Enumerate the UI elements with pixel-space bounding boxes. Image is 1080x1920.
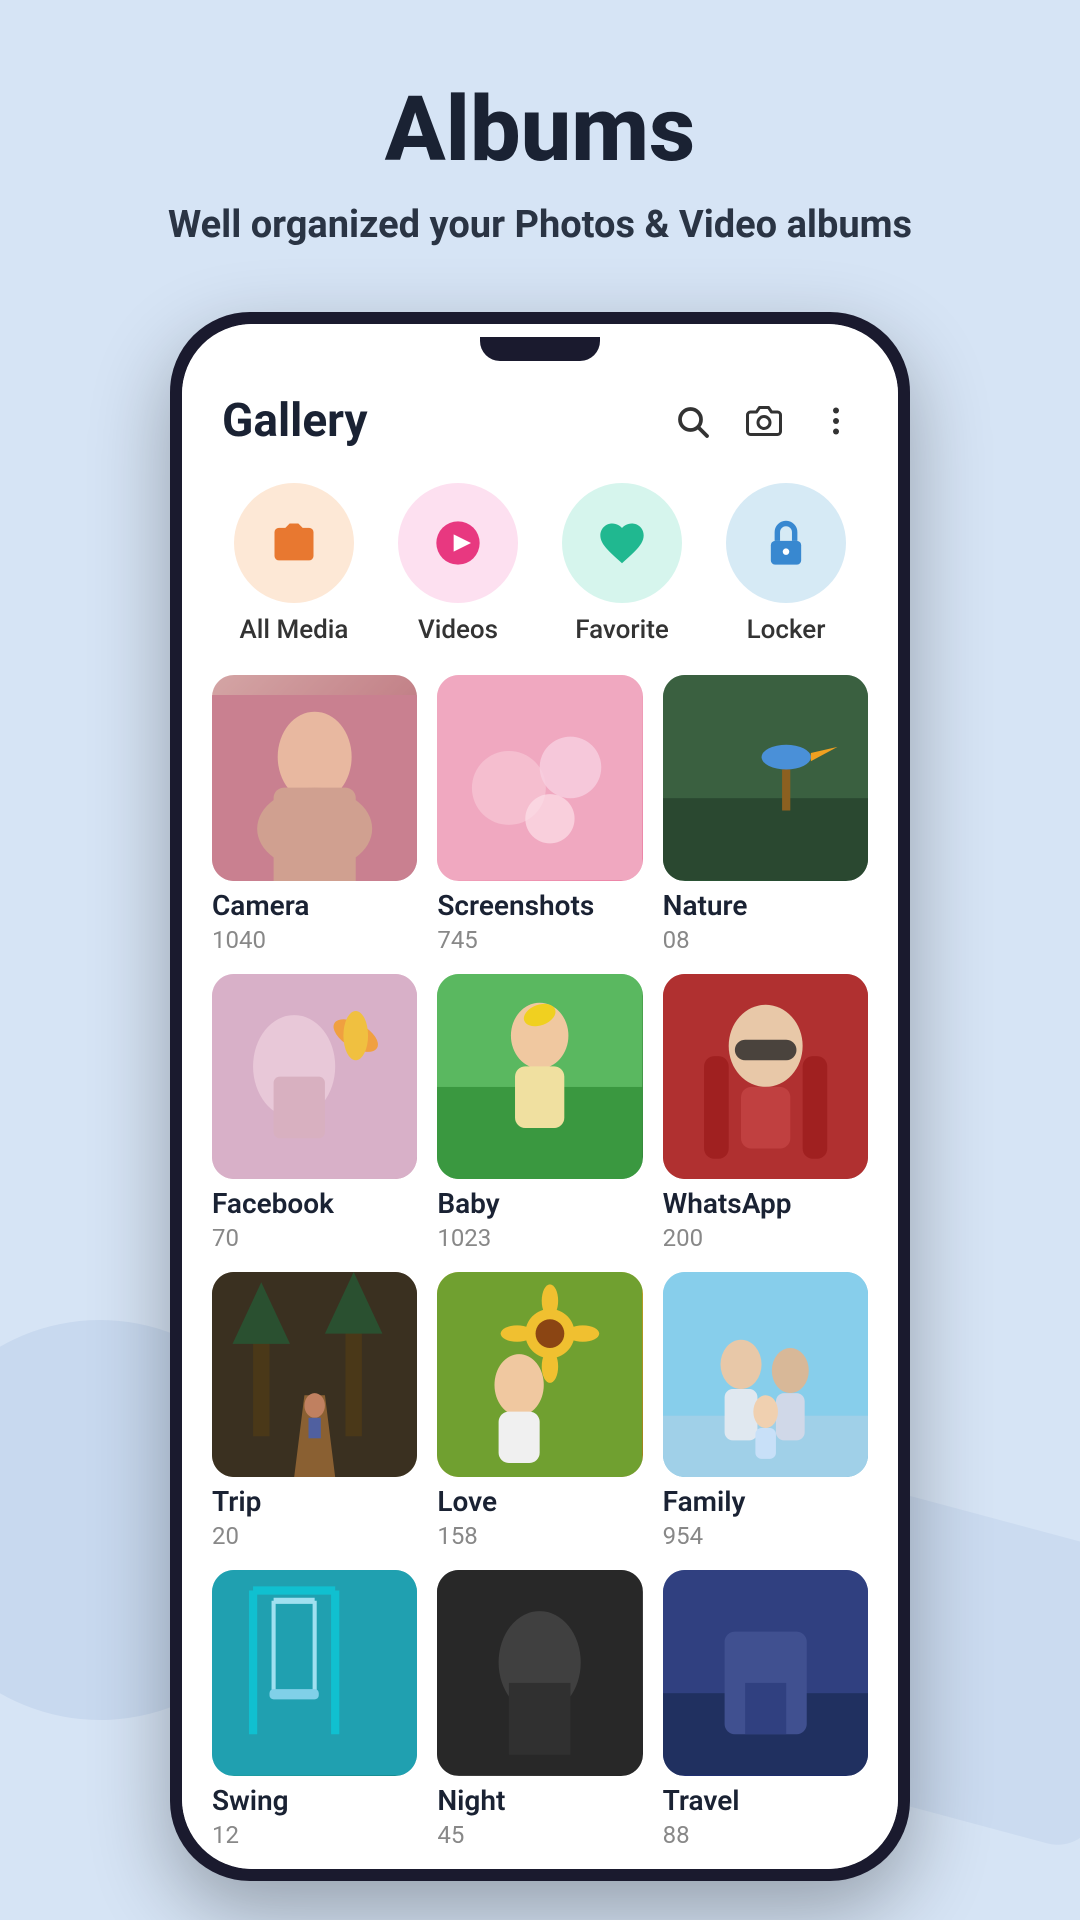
- page-subtitle: Well organized your Photos & Video album…: [168, 199, 912, 252]
- album-baby[interactable]: Baby 1023: [437, 974, 642, 1252]
- album-facebook[interactable]: Facebook 70: [212, 974, 417, 1252]
- more-icon-button[interactable]: [814, 399, 858, 443]
- album-count-extra1: 12: [212, 1821, 417, 1849]
- search-icon-button[interactable]: [670, 399, 714, 443]
- album-count-camera: 1040: [212, 926, 417, 954]
- album-love[interactable]: Love 158: [437, 1272, 642, 1550]
- album-count-facebook: 70: [212, 1224, 417, 1252]
- album-name-camera: Camera: [212, 889, 417, 922]
- category-favorite[interactable]: Favorite: [562, 483, 682, 645]
- album-family[interactable]: Family 954: [663, 1272, 868, 1550]
- locker-circle: [726, 483, 846, 603]
- album-whatsapp[interactable]: WhatsApp 200: [663, 974, 868, 1252]
- phone-mockup: Gallery: [170, 312, 910, 1880]
- album-name-extra2: Night: [437, 1784, 642, 1817]
- album-count-baby: 1023: [437, 1224, 642, 1252]
- videos-label: Videos: [418, 615, 498, 645]
- phone-top-bar: [182, 324, 898, 374]
- album-thumb-trip: [212, 1272, 417, 1477]
- album-count-extra3: 88: [663, 1821, 868, 1849]
- album-count-whatsapp: 200: [663, 1224, 868, 1252]
- page-title: Albums: [168, 80, 912, 179]
- favorite-circle: [562, 483, 682, 603]
- album-count-nature: 08: [663, 926, 868, 954]
- album-name-screenshots: Screenshots: [437, 889, 642, 922]
- camera-icon-button[interactable]: [742, 399, 786, 443]
- album-thumb-extra1: [212, 1570, 417, 1775]
- album-thumb-camera: [212, 675, 417, 880]
- album-name-extra3: Travel: [663, 1784, 868, 1817]
- album-screenshots[interactable]: Screenshots 745: [437, 675, 642, 953]
- app-title: Gallery: [222, 394, 368, 448]
- album-extra2[interactable]: Night 45: [437, 1570, 642, 1848]
- album-thumb-nature: [663, 675, 868, 880]
- page-header: Albums Well organized your Photos & Vide…: [108, 0, 972, 292]
- album-thumb-whatsapp: [663, 974, 868, 1179]
- album-trip[interactable]: Trip 20: [212, 1272, 417, 1550]
- album-extra1[interactable]: Swing 12: [212, 1570, 417, 1848]
- header-icons: [670, 399, 858, 443]
- album-name-facebook: Facebook: [212, 1187, 417, 1220]
- album-thumb-extra3: [663, 1570, 868, 1775]
- album-thumb-screenshots: [437, 675, 642, 880]
- phone-screen: Gallery: [182, 324, 898, 1868]
- categories-row: All Media Videos: [212, 473, 868, 675]
- all-media-circle: [234, 483, 354, 603]
- category-locker[interactable]: Locker: [726, 483, 846, 645]
- app-content: Gallery: [182, 374, 898, 1868]
- album-name-baby: Baby: [437, 1187, 642, 1220]
- albums-grid: Camera 1040 Screenshots 745: [212, 675, 868, 1868]
- videos-circle: [398, 483, 518, 603]
- album-nature[interactable]: Nature 08: [663, 675, 868, 953]
- album-camera[interactable]: Camera 1040: [212, 675, 417, 953]
- album-count-trip: 20: [212, 1522, 417, 1550]
- favorite-label: Favorite: [575, 615, 669, 645]
- album-count-love: 158: [437, 1522, 642, 1550]
- album-thumb-baby: [437, 974, 642, 1179]
- album-name-trip: Trip: [212, 1485, 417, 1518]
- album-count-screenshots: 745: [437, 926, 642, 954]
- locker-label: Locker: [747, 615, 826, 645]
- album-thumb-love: [437, 1272, 642, 1477]
- category-all-media[interactable]: All Media: [234, 483, 354, 645]
- album-thumb-facebook: [212, 974, 417, 1179]
- all-media-label: All Media: [240, 615, 349, 645]
- album-count-extra2: 45: [437, 1821, 642, 1849]
- app-header: Gallery: [212, 374, 868, 473]
- album-name-nature: Nature: [663, 889, 868, 922]
- album-thumb-extra2: [437, 1570, 642, 1775]
- album-extra3[interactable]: Travel 88: [663, 1570, 868, 1848]
- album-name-love: Love: [437, 1485, 642, 1518]
- album-name-extra1: Swing: [212, 1784, 417, 1817]
- album-count-family: 954: [663, 1522, 868, 1550]
- album-name-family: Family: [663, 1485, 868, 1518]
- album-name-whatsapp: WhatsApp: [663, 1187, 868, 1220]
- album-thumb-family: [663, 1272, 868, 1477]
- phone-notch: [480, 337, 600, 361]
- category-videos[interactable]: Videos: [398, 483, 518, 645]
